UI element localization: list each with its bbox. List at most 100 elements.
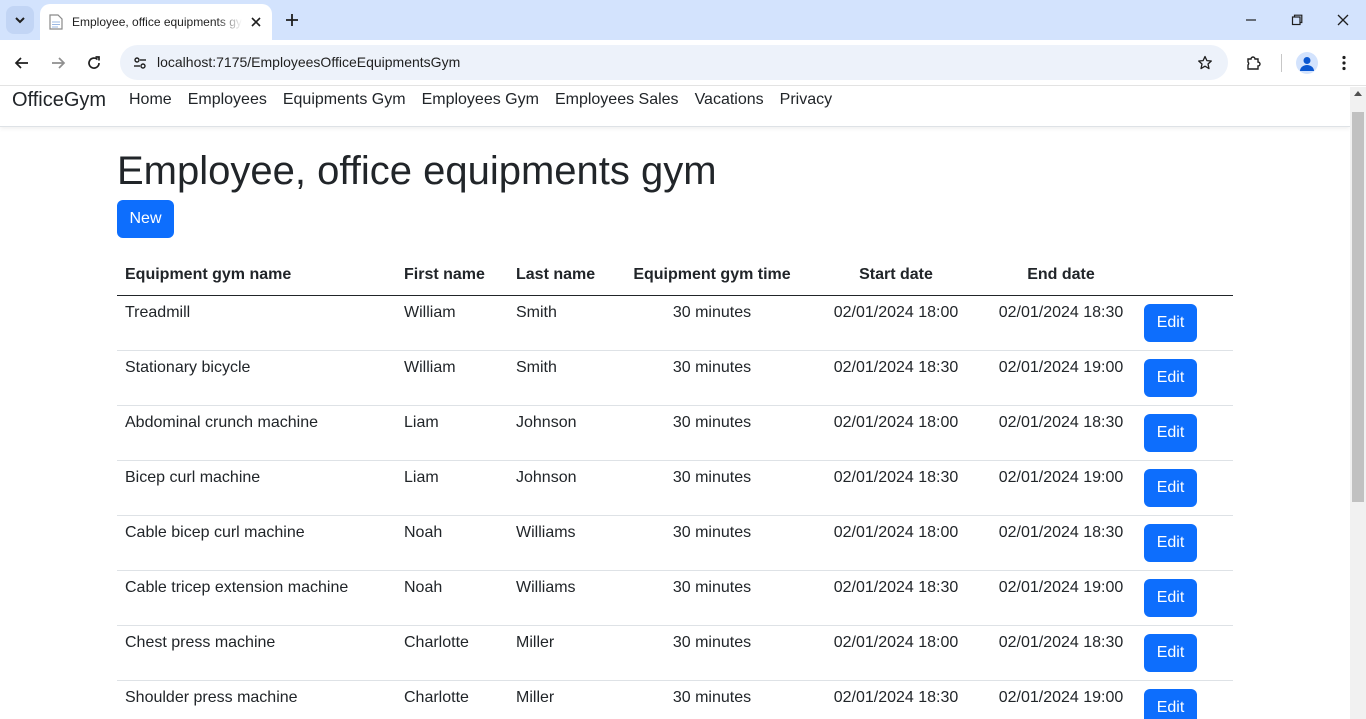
- reload-icon: [88, 56, 100, 69]
- cell-time: 30 minutes: [618, 460, 806, 516]
- cell-first-name: Liam: [396, 405, 508, 461]
- edit-button[interactable]: Edit: [1144, 358, 1197, 397]
- edit-button[interactable]: Edit: [1144, 633, 1197, 672]
- cell-first-name: Charlotte: [396, 680, 508, 719]
- site-info-icon[interactable]: [128, 51, 152, 75]
- close-window-button[interactable]: [1331, 8, 1355, 32]
- cell-actions: Edit: [1136, 680, 1233, 719]
- edit-button[interactable]: Edit: [1144, 303, 1197, 342]
- table-row: Cable tricep extension machine Noah Will…: [117, 570, 1233, 626]
- url-text[interactable]: localhost:7175/EmployeesOfficeEquipments…: [157, 54, 460, 70]
- minimize-icon: [1246, 19, 1256, 21]
- table-row: Abdominal crunch machine Liam Johnson 30…: [117, 405, 1233, 461]
- cell-equipment: Chest press machine: [117, 625, 396, 681]
- browser-tabstrip: Employee, office equipments gym: [0, 0, 1366, 40]
- cell-end-date: 02/01/2024 18:30: [986, 405, 1136, 461]
- table-header-row: Equipment gym name First name Last name …: [117, 255, 1233, 296]
- nav-links: Home Employees Equipments Gym Employees …: [121, 91, 840, 109]
- site-navbar: OfficeGym Home Employees Equipments Gym …: [0, 87, 1350, 127]
- column-header-actions: [1136, 255, 1233, 296]
- navbar-brand[interactable]: OfficeGym: [12, 89, 106, 112]
- cell-start-date: 02/01/2024 18:00: [806, 515, 986, 571]
- scroll-up-arrow-icon[interactable]: [1354, 91, 1362, 96]
- tab-search-button[interactable]: [6, 6, 34, 34]
- scrollbar-thumb[interactable]: [1352, 112, 1364, 502]
- cell-first-name: Liam: [396, 460, 508, 516]
- cell-equipment: Stationary bicycle: [117, 350, 396, 406]
- cell-equipment: Shoulder press machine: [117, 680, 396, 719]
- cell-last-name: Williams: [508, 515, 618, 571]
- tab-title: Employee, office equipments gym: [72, 15, 242, 29]
- nav-link-vacations[interactable]: Vacations: [687, 91, 772, 109]
- cell-equipment: Cable bicep curl machine: [117, 515, 396, 571]
- bookmark-star-icon[interactable]: [1194, 52, 1216, 74]
- cell-end-date: 02/01/2024 18:30: [986, 625, 1136, 681]
- column-header-last-name: Last name: [508, 255, 618, 296]
- cell-last-name: Miller: [508, 625, 618, 681]
- cell-equipment: Bicep curl machine: [117, 460, 396, 516]
- cell-end-date: 02/01/2024 19:00: [986, 350, 1136, 406]
- cell-first-name: Noah: [396, 570, 508, 626]
- new-button[interactable]: New: [117, 200, 174, 238]
- cell-actions: Edit: [1136, 625, 1233, 681]
- cell-time: 30 minutes: [618, 625, 806, 681]
- column-header-start-date: Start date: [806, 255, 986, 296]
- cell-time: 30 minutes: [618, 405, 806, 461]
- minimize-button[interactable]: [1239, 8, 1263, 32]
- cell-start-date: 02/01/2024 18:30: [806, 350, 986, 406]
- page-scrollbar[interactable]: [1350, 87, 1366, 719]
- cell-first-name: Noah: [396, 515, 508, 571]
- back-button[interactable]: [8, 49, 36, 77]
- page-icon: [48, 14, 64, 30]
- cell-actions: Edit: [1136, 350, 1233, 406]
- column-header-end-date: End date: [986, 255, 1136, 296]
- cell-actions: Edit: [1136, 460, 1233, 516]
- profile-avatar-icon[interactable]: [1296, 52, 1318, 74]
- nav-link-privacy[interactable]: Privacy: [772, 91, 840, 109]
- table-row: Chest press machine Charlotte Miller 30 …: [117, 625, 1233, 681]
- nav-link-employees-sales[interactable]: Employees Sales: [547, 91, 687, 109]
- column-header-time: Equipment gym time: [618, 255, 806, 296]
- cell-last-name: Smith: [508, 295, 618, 351]
- cell-end-date: 02/01/2024 19:00: [986, 570, 1136, 626]
- cell-start-date: 02/01/2024 18:30: [806, 460, 986, 516]
- nav-link-home[interactable]: Home: [121, 91, 180, 109]
- page-title: Employee, office equipments gym: [117, 149, 717, 193]
- edit-button[interactable]: Edit: [1144, 468, 1197, 507]
- nav-link-equipments-gym[interactable]: Equipments Gym: [275, 91, 414, 109]
- puzzle-icon: [1247, 56, 1261, 70]
- cell-last-name: Johnson: [508, 460, 618, 516]
- cell-time: 30 minutes: [618, 680, 806, 719]
- cell-last-name: Miller: [508, 680, 618, 719]
- address-bar[interactable]: localhost:7175/EmployeesOfficeEquipments…: [120, 45, 1228, 80]
- edit-button[interactable]: Edit: [1144, 578, 1197, 617]
- cell-equipment: Cable tricep extension machine: [117, 570, 396, 626]
- cell-last-name: Johnson: [508, 405, 618, 461]
- reload-button[interactable]: [80, 49, 108, 77]
- page-viewport: OfficeGym Home Employees Equipments Gym …: [0, 87, 1350, 719]
- nav-link-employees-gym[interactable]: Employees Gym: [414, 91, 547, 109]
- cell-start-date: 02/01/2024 18:00: [806, 295, 986, 351]
- close-tab-icon[interactable]: [248, 14, 264, 30]
- arrow-left-icon: [14, 57, 28, 69]
- cell-end-date: 02/01/2024 19:00: [986, 680, 1136, 719]
- table-row: Treadmill William Smith 30 minutes 02/01…: [117, 295, 1233, 351]
- table-row: Shoulder press machine Charlotte Miller …: [117, 680, 1233, 719]
- restore-button[interactable]: [1285, 8, 1309, 32]
- forward-button[interactable]: [44, 49, 72, 77]
- close-icon: [1337, 14, 1349, 26]
- new-tab-button[interactable]: [282, 10, 302, 30]
- edit-button[interactable]: Edit: [1144, 413, 1197, 452]
- edit-button[interactable]: Edit: [1144, 523, 1197, 562]
- browser-menu-button[interactable]: [1330, 49, 1358, 77]
- browser-toolbar: localhost:7175/EmployeesOfficeEquipments…: [0, 40, 1366, 86]
- extensions-button[interactable]: [1240, 49, 1268, 77]
- column-header-first-name: First name: [396, 255, 508, 296]
- browser-tab-active[interactable]: Employee, office equipments gym: [40, 4, 272, 40]
- nav-link-employees[interactable]: Employees: [180, 91, 275, 109]
- cell-first-name: Charlotte: [396, 625, 508, 681]
- edit-button[interactable]: Edit: [1144, 688, 1197, 719]
- cell-first-name: William: [396, 295, 508, 351]
- chevron-down-icon: [15, 17, 25, 24]
- arrow-right-icon: [52, 57, 66, 69]
